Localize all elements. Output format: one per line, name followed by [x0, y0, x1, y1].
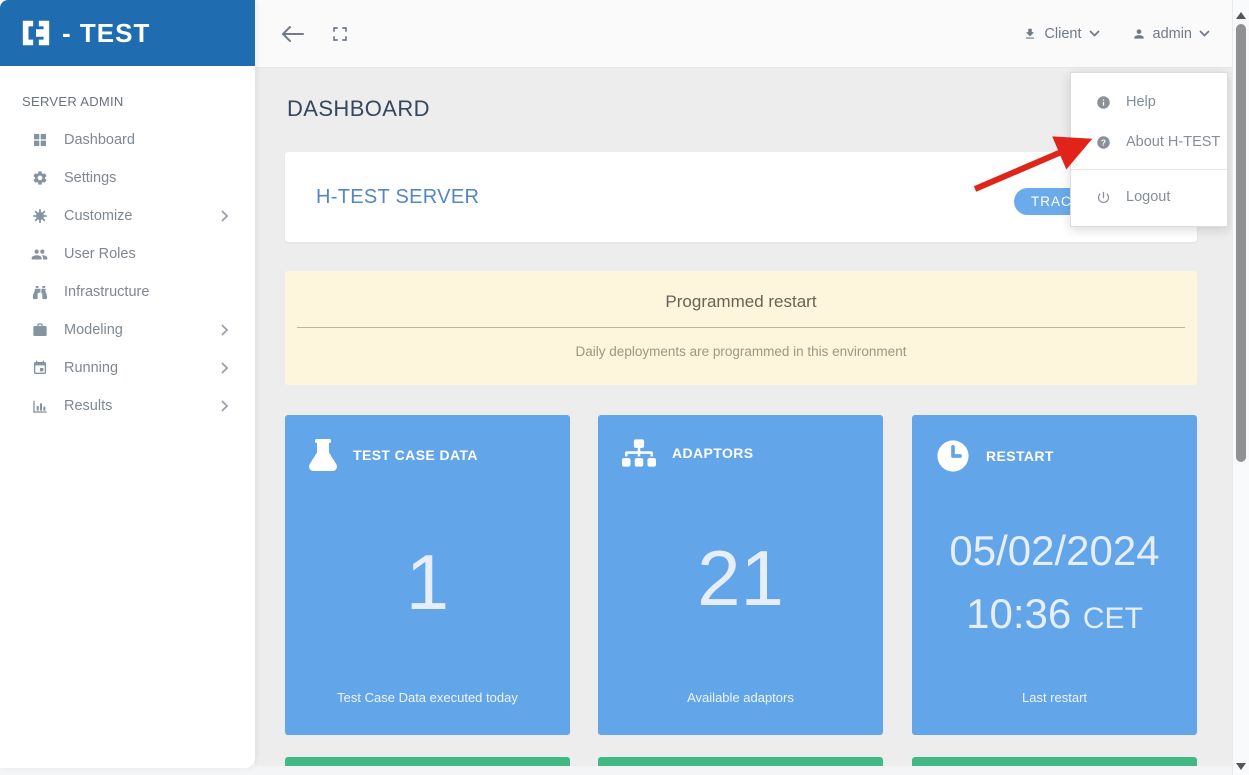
stat-card-title: ADAPTORS [672, 445, 754, 461]
chevron-right-icon [220, 210, 229, 222]
user-menu-item-label: Help [1126, 94, 1156, 110]
chevron-down-icon [1199, 30, 1210, 37]
stat-card-value: 21 [598, 539, 883, 617]
sidebar-item-infrastructure[interactable]: Infrastructure [0, 273, 255, 311]
stat-card-title: RESTART [986, 448, 1054, 464]
stat-card-adaptors[interactable]: ADAPTORS 21 Available adaptors [598, 415, 883, 735]
app-logo[interactable]: - TEST [0, 0, 255, 66]
menu-divider [1071, 169, 1227, 170]
gear-icon [30, 170, 49, 186]
scrollbar-up-arrow[interactable] [1236, 12, 1246, 19]
next-row-card-top [912, 757, 1197, 766]
briefcase-icon [30, 322, 49, 338]
client-dropdown[interactable]: Client [1023, 26, 1099, 42]
scrollbar-down-arrow[interactable] [1236, 763, 1246, 770]
app-title: - TEST [62, 18, 150, 49]
sidebar-item-label: Results [64, 398, 112, 414]
sidebar-item-user-roles[interactable]: User Roles [0, 235, 255, 273]
binoculars-icon [30, 285, 49, 300]
question-circle-icon: ? [1095, 135, 1112, 150]
chevron-right-icon [220, 362, 229, 374]
stat-card-footer: Available adaptors [598, 690, 883, 705]
sidebar: - TEST SERVER ADMIN Dashboard Settings [0, 0, 255, 768]
next-row-card-top [285, 757, 570, 766]
sidebar-item-label: Settings [64, 170, 116, 186]
programmed-restart-alert: Programmed restart Daily deployments are… [285, 271, 1197, 385]
restart-time: 10:36 CET [912, 592, 1197, 636]
user-menu-item-help[interactable]: Help [1071, 82, 1227, 122]
stat-card-footer: Last restart [912, 690, 1197, 705]
stat-card-footer: Test Case Data executed today [285, 690, 570, 705]
bar-chart-icon [30, 398, 49, 414]
info-circle-icon [1095, 95, 1112, 110]
user-menu-item-logout[interactable]: Logout [1071, 177, 1227, 217]
dashboard-icon [30, 132, 49, 148]
user-menu-item-about[interactable]: ? About H-TEST [1071, 122, 1227, 162]
app-window: - TEST SERVER ADMIN Dashboard Settings [0, 0, 1249, 775]
chevron-down-icon [1089, 30, 1100, 37]
user-menu-item-label: Logout [1126, 189, 1170, 205]
power-icon [1095, 190, 1112, 205]
server-card-title: H-TEST SERVER [316, 186, 479, 209]
sidebar-item-running[interactable]: Running [0, 349, 255, 387]
sidebar-item-label: Running [64, 360, 118, 376]
chevron-right-icon [220, 400, 229, 412]
flask-icon [309, 439, 337, 471]
sidebar-item-label: Customize [64, 208, 133, 224]
scrollbar-thumb[interactable] [1236, 24, 1246, 462]
alert-message: Daily deployments are programmed in this… [285, 344, 1197, 359]
sidebar-heading: SERVER ADMIN [0, 66, 255, 121]
sitemap-icon [622, 439, 656, 467]
client-label: Client [1044, 26, 1081, 42]
stat-card-title: TEST CASE DATA [353, 447, 478, 463]
user-menu: Help ? About H-TEST Logout [1070, 72, 1228, 227]
stat-card-test-case-data[interactable]: TEST CASE DATA 1 Test Case Data executed… [285, 415, 570, 735]
sidebar-item-customize[interactable]: Customize [0, 197, 255, 235]
server-card: H-TEST SERVER TRACE [285, 152, 1197, 242]
alert-title: Programmed restart [285, 292, 1197, 312]
calendar-icon [30, 360, 49, 376]
stat-card-value: 1 [285, 543, 570, 621]
sidebar-item-label: User Roles [64, 246, 136, 262]
username-label: admin [1153, 26, 1193, 42]
cog-icon [30, 208, 49, 224]
back-button[interactable] [281, 26, 305, 42]
restart-timezone: CET [1083, 602, 1143, 635]
sidebar-item-results[interactable]: Results [0, 387, 255, 425]
brand-icon [20, 17, 52, 49]
chevron-right-icon [220, 324, 229, 336]
fullscreen-icon[interactable] [331, 25, 349, 43]
sidebar-item-label: Modeling [64, 322, 123, 338]
sidebar-item-label: Infrastructure [64, 284, 149, 300]
sidebar-item-modeling[interactable]: Modeling [0, 311, 255, 349]
vertical-scrollbar[interactable] [1232, 0, 1249, 775]
user-icon [1132, 27, 1146, 41]
clock-icon [936, 439, 970, 473]
svg-text:?: ? [1101, 138, 1106, 147]
restart-date: 05/02/2024 [912, 529, 1197, 573]
stat-card-restart[interactable]: RESTART 05/02/2024 10:36 CET Last restar… [912, 415, 1197, 735]
download-icon [1023, 27, 1037, 41]
alert-divider [297, 327, 1185, 328]
users-icon [30, 247, 49, 262]
page-title: DASHBOARD [287, 96, 430, 122]
user-dropdown[interactable]: admin [1132, 26, 1211, 42]
next-row-card-top [598, 757, 883, 766]
sidebar-item-settings[interactable]: Settings [0, 159, 255, 197]
user-menu-item-label: About H-TEST [1126, 134, 1220, 150]
topbar: Client admin [255, 0, 1232, 68]
sidebar-item-label: Dashboard [64, 132, 135, 148]
sidebar-item-dashboard[interactable]: Dashboard [0, 121, 255, 159]
